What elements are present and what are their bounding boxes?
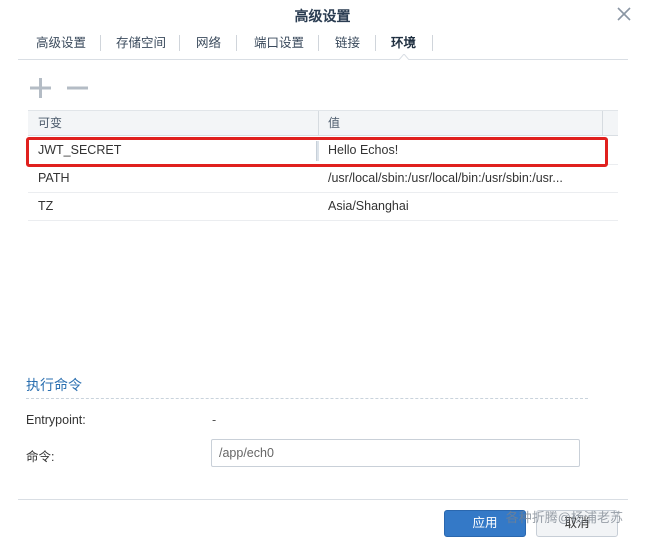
entrypoint-value: -	[212, 413, 217, 427]
variable-value-cell[interactable]: Hello Echos!	[318, 137, 608, 164]
tab-bar: 高级设置 存储空间 网络 端口设置 链接 环境	[18, 30, 628, 60]
dialog-titlebar: 高级设置	[0, 0, 645, 30]
active-tab-indicator	[398, 54, 410, 61]
plus-icon[interactable]	[28, 76, 52, 100]
tab-links[interactable]: 链接	[325, 30, 370, 60]
table-row[interactable]: JWT_SECRET Hello Echos!	[28, 137, 618, 165]
tab-separator	[236, 35, 237, 51]
variable-value-cell[interactable]: /usr/local/sbin:/usr/local/bin:/usr/sbin…	[318, 165, 614, 192]
minus-icon[interactable]	[65, 76, 89, 100]
table-row[interactable]: TZ Asia/Shanghai	[28, 193, 618, 221]
tab-separator	[432, 35, 433, 51]
variable-name-cell[interactable]: PATH	[28, 165, 316, 192]
command-input[interactable]	[211, 439, 580, 467]
tab-storage[interactable]: 存储空间	[106, 30, 176, 60]
tab-separator	[100, 35, 101, 51]
column-header-value[interactable]: 值	[318, 111, 602, 136]
dialog-title: 高级设置	[294, 8, 351, 24]
column-divider	[602, 111, 603, 136]
variable-name-cell[interactable]: JWT_SECRET	[28, 137, 316, 164]
tab-advanced-settings[interactable]: 高级设置	[26, 30, 96, 60]
variable-name-cell[interactable]: TZ	[28, 193, 316, 220]
apply-button[interactable]: 应用	[444, 510, 526, 537]
table-header: 可变 值	[28, 110, 618, 136]
tab-network[interactable]: 网络	[186, 30, 231, 60]
close-icon[interactable]	[615, 5, 633, 23]
footer-divider	[18, 499, 628, 500]
section-title-execute-command: 执行命令	[26, 377, 82, 393]
cancel-button[interactable]: 取消	[536, 510, 618, 537]
table-row[interactable]: PATH /usr/local/sbin:/usr/local/bin:/usr…	[28, 165, 618, 193]
env-variable-table: 可变 值 JWT_SECRET Hello Echos! PATH /usr/l…	[28, 110, 618, 222]
command-label: 命令:	[26, 450, 55, 464]
entrypoint-label: Entrypoint:	[26, 413, 86, 427]
tab-separator	[375, 35, 376, 51]
tab-separator	[179, 35, 180, 51]
variable-value-cell[interactable]: Asia/Shanghai	[318, 193, 608, 220]
column-header-variable[interactable]: 可变	[28, 111, 318, 136]
tab-separator	[318, 35, 319, 51]
tab-port-settings[interactable]: 端口设置	[244, 30, 314, 60]
section-divider	[26, 398, 588, 399]
